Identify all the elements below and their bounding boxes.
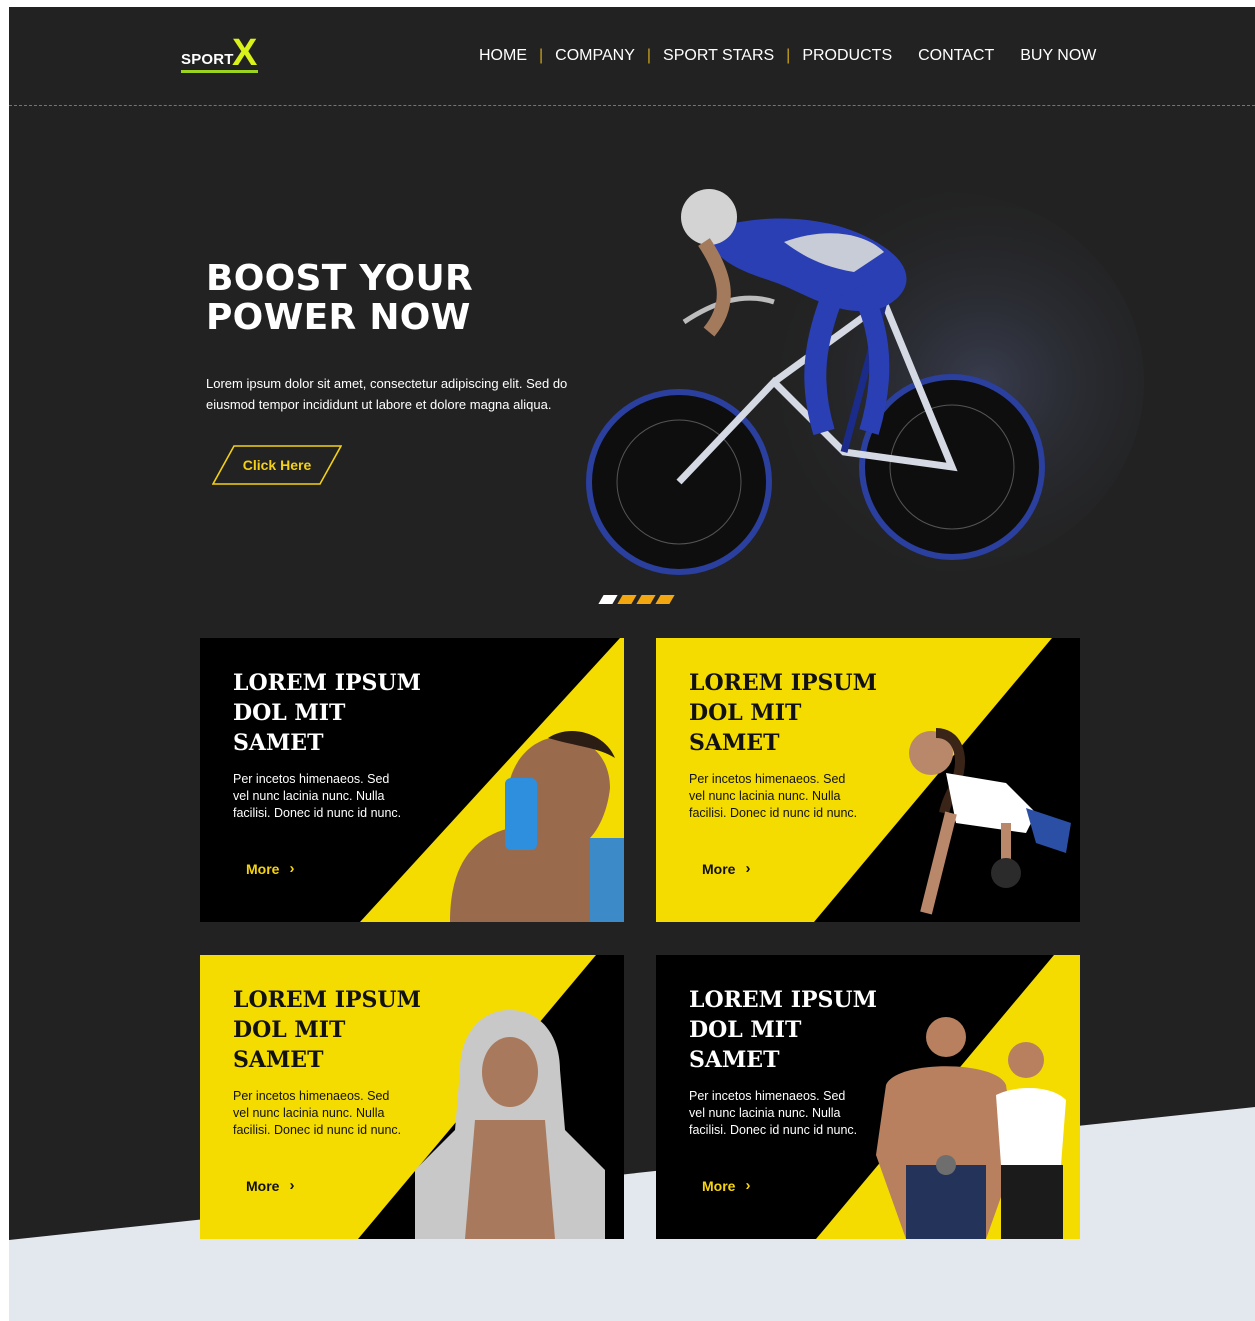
hero-slider-dots	[598, 595, 677, 605]
slider-dot[interactable]	[617, 595, 637, 604]
card-description: Per incetos himenaeos. Sed vel nunc laci…	[689, 772, 858, 820]
chevron-right-icon: ›	[745, 860, 751, 877]
page-frame: SPORT X HOME | COMPANY | SPORT STARS | P…	[9, 7, 1255, 1321]
card-title: LOREM IPSUM DOL MIT SAMET	[233, 670, 421, 756]
logo-mark: X	[232, 32, 258, 74]
cta-label: Click Here	[242, 457, 312, 473]
more-label: More	[246, 860, 280, 877]
nav-company[interactable]: COMPANY	[555, 47, 635, 65]
card-description: Per incetos himenaeos. Sed vel nunc laci…	[689, 1089, 858, 1137]
woman-dumbbell-photo	[909, 728, 1071, 915]
nav-separator: |	[646, 47, 652, 64]
athlete-with-shaker-photo	[450, 730, 624, 922]
more-label: More	[702, 1177, 736, 1194]
card-description: Per incetos himenaeos. Sed vel nunc laci…	[233, 772, 402, 820]
nav-separator: |	[539, 47, 544, 64]
chevron-right-icon: ›	[745, 1177, 751, 1194]
nav-contact[interactable]: CONTACT	[918, 47, 994, 65]
promo-card: LOREM IPSUM DOL MIT SAMET Per incetos hi…	[200, 638, 624, 922]
nav-separator: |	[786, 47, 791, 64]
promo-card: LOREM IPSUM DOL MIT SAMET Per incetos hi…	[200, 955, 624, 1239]
hero-title: BOOST YOUR POWER NOW	[206, 258, 474, 338]
more-link[interactable]: More ›	[702, 860, 750, 877]
man-hoodie-photo	[415, 1010, 605, 1239]
fitness-couple-photo	[876, 1017, 1066, 1239]
nav-home[interactable]: HOME	[479, 47, 527, 65]
more-label: More	[246, 1177, 280, 1194]
nav-sport-stars[interactable]: SPORT STARS	[663, 47, 774, 65]
sportx-logo[interactable]: SPORT X	[181, 32, 271, 75]
card-description: Per incetos himenaeos. Sed vel nunc laci…	[233, 1089, 402, 1137]
chevron-right-icon: ›	[289, 860, 295, 877]
more-link[interactable]: More ›	[702, 1177, 750, 1194]
cyclist-photo	[586, 189, 1144, 575]
slider-dot[interactable]	[655, 595, 675, 604]
logo-word: SPORT	[181, 51, 234, 68]
nav-buy-now[interactable]: BUY NOW	[1020, 47, 1096, 65]
card-title: LOREM IPSUM DOL MIT SAMET	[689, 670, 877, 756]
card-title: LOREM IPSUM DOL MIT SAMET	[689, 987, 877, 1073]
click-here-button[interactable]: Click Here	[212, 445, 342, 485]
logo-underline	[181, 70, 258, 73]
site-header: SPORT X HOME | COMPANY | SPORT STARS | P…	[9, 7, 1255, 106]
slider-dot[interactable]	[636, 595, 656, 604]
nav-products[interactable]: PRODUCTS	[802, 47, 892, 65]
slider-dot[interactable]	[598, 595, 618, 604]
more-label: More	[702, 860, 736, 877]
promo-card: LOREM IPSUM DOL MIT SAMET Per incetos hi…	[656, 638, 1080, 922]
more-link[interactable]: More ›	[246, 1177, 294, 1194]
chevron-right-icon: ›	[289, 1177, 295, 1194]
promo-card: LOREM IPSUM DOL MIT SAMET Per incetos hi…	[656, 955, 1080, 1239]
main-nav: HOME | COMPANY | SPORT STARS | PRODUCTS …	[479, 45, 1096, 67]
more-link[interactable]: More ›	[246, 860, 294, 877]
hero-description: Lorem ipsum dolor sit amet, consectetur …	[206, 376, 568, 412]
card-title: LOREM IPSUM DOL MIT SAMET	[233, 987, 421, 1073]
